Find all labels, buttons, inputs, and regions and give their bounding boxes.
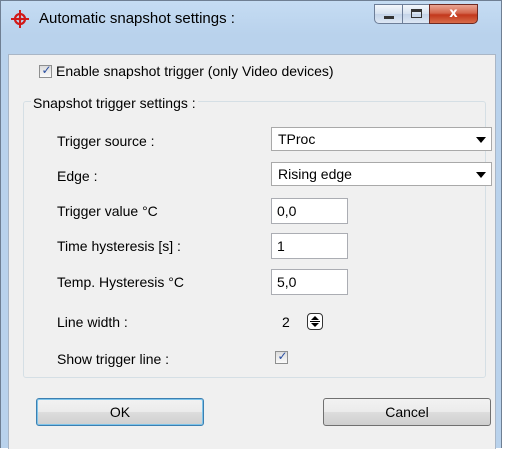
crosshair-icon: [11, 10, 29, 28]
trigger-source-label: Trigger source :: [57, 133, 155, 149]
cancel-button[interactable]: Cancel: [323, 398, 491, 426]
line-width-label: Line width :: [57, 314, 128, 330]
close-icon: x: [449, 6, 458, 21]
spin-divider: [310, 321, 320, 322]
chevron-down-icon: [476, 172, 486, 178]
maximize-button[interactable]: [402, 4, 430, 24]
ok-button[interactable]: OK: [36, 398, 204, 426]
group-title: Snapshot trigger settings :: [31, 95, 198, 111]
edge-value: Rising edge: [278, 166, 352, 182]
title-bar[interactable]: Automatic snapshot settings : x: [1, 1, 501, 35]
time-hysteresis-label: Time hysteresis [s] :: [57, 238, 181, 254]
show-trigger-line-label: Show trigger line :: [57, 351, 170, 367]
maximize-icon: [411, 9, 422, 18]
time-hysteresis-input[interactable]: [271, 233, 348, 259]
dialog-window: Automatic snapshot settings : x ✓ Enable…: [0, 0, 502, 449]
checkmark-icon: ✓: [277, 349, 288, 363]
line-width-spinner[interactable]: [307, 313, 323, 330]
temp-hysteresis-input[interactable]: [271, 269, 348, 295]
close-button[interactable]: x: [429, 4, 478, 24]
enable-snapshot-trigger-checkbox[interactable]: ✓: [39, 63, 52, 78]
chevron-down-icon: [476, 137, 486, 143]
edge-label: Edge :: [57, 168, 98, 184]
edge-select[interactable]: Rising edge: [271, 162, 492, 186]
minimize-button[interactable]: [374, 4, 403, 24]
spin-up-icon: [311, 316, 319, 320]
enable-snapshot-trigger-label[interactable]: Enable snapshot trigger (only Video devi…: [56, 63, 334, 79]
temp-hysteresis-label: Temp. Hysteresis °C: [57, 274, 184, 290]
trigger-value-input[interactable]: [271, 198, 348, 224]
spin-down-icon: [311, 323, 319, 327]
minimize-icon: [384, 16, 394, 19]
checkmark-icon: ✓: [41, 63, 52, 77]
window-title: Automatic snapshot settings :: [39, 10, 235, 27]
trigger-source-value: TProc: [278, 131, 316, 147]
trigger-value-label: Trigger value °C: [57, 203, 158, 219]
line-width-value[interactable]: 2: [282, 314, 290, 330]
show-trigger-line-checkbox[interactable]: ✓: [275, 349, 288, 364]
trigger-source-select[interactable]: TProc: [271, 127, 492, 151]
